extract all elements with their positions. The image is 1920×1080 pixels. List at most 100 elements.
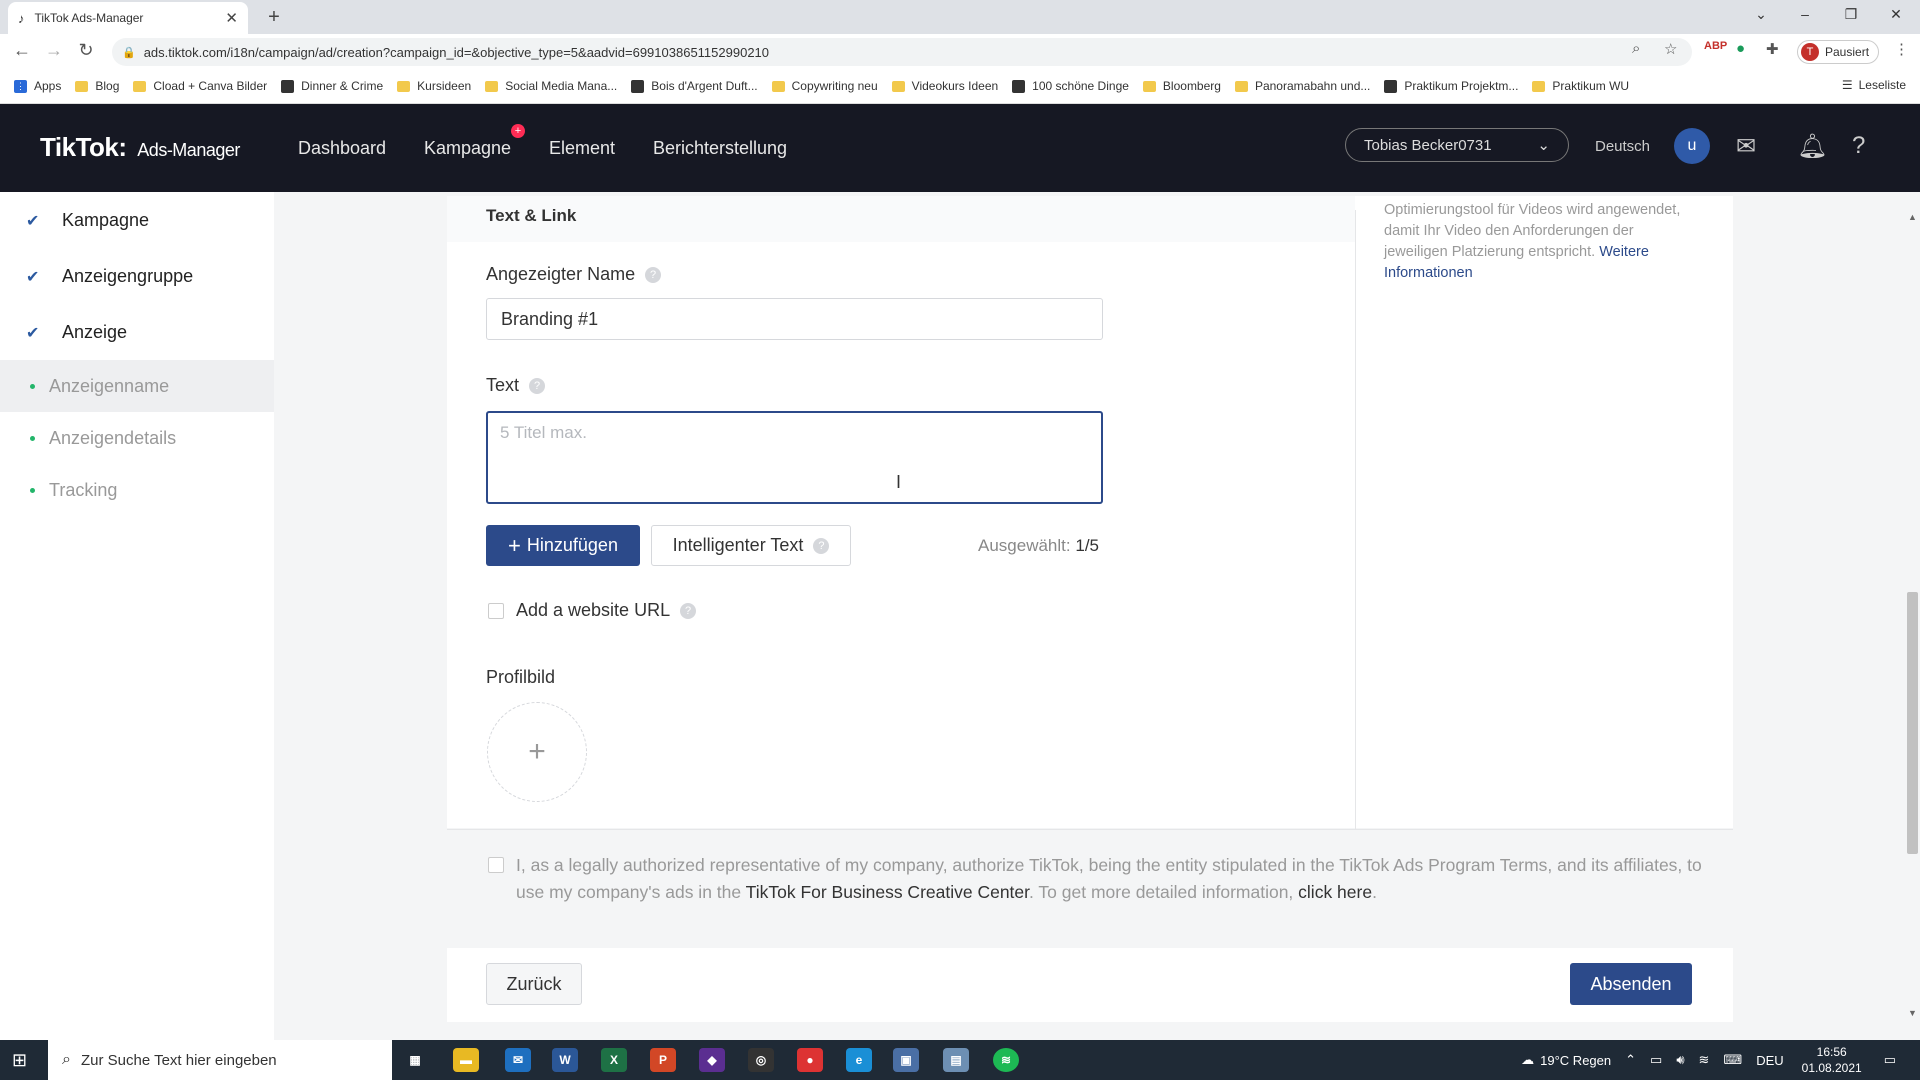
user-avatar[interactable]: u bbox=[1674, 128, 1710, 164]
substep-anzeigenname[interactable]: Anzeigenname bbox=[0, 360, 274, 412]
task-view-icon[interactable]: ▦ bbox=[402, 1048, 428, 1072]
bookmark-item[interactable]: Blog bbox=[75, 79, 119, 93]
network-icon[interactable]: ▭ bbox=[1650, 1052, 1662, 1068]
tiktok-logo[interactable]: TikTok: Ads-Manager bbox=[40, 132, 240, 163]
close-window-button[interactable]: ✕ bbox=[1884, 6, 1908, 23]
click-here-link[interactable]: click here bbox=[1298, 882, 1372, 902]
nav-kampagne[interactable]: Kampagne bbox=[424, 138, 511, 159]
obs-icon[interactable]: ◎ bbox=[748, 1048, 774, 1072]
display-name-input[interactable] bbox=[486, 298, 1103, 340]
nav-element[interactable]: Element bbox=[549, 138, 615, 159]
step-anzeigengruppe[interactable]: ✔ Anzeigengruppe bbox=[26, 266, 193, 287]
volume-icon[interactable]: 🔊︎ bbox=[1676, 1052, 1684, 1068]
adblock-icon[interactable]: ABP bbox=[1704, 40, 1727, 52]
bookmark-item[interactable]: ⋮ Apps bbox=[14, 79, 61, 93]
bookmark-item[interactable]: Social Media Mana... bbox=[485, 79, 617, 93]
profile-image-upload[interactable]: + bbox=[487, 702, 587, 802]
taskbar-search[interactable]: ⌕ Zur Suche Text hier eingeben bbox=[48, 1040, 392, 1080]
bookmark-item[interactable]: Praktikum WU bbox=[1532, 79, 1629, 93]
excel-icon[interactable]: X bbox=[601, 1048, 627, 1072]
restore-button[interactable]: ❐ bbox=[1839, 6, 1863, 23]
app-icon[interactable]: ▤ bbox=[943, 1048, 969, 1072]
nav-dashboard[interactable]: Dashboard bbox=[298, 138, 386, 159]
scroll-thumb[interactable] bbox=[1907, 592, 1918, 854]
help-icon[interactable]: ? bbox=[529, 377, 546, 394]
app-icon[interactable]: ▣ bbox=[893, 1048, 919, 1072]
bookmark-star-icon[interactable]: ☆ bbox=[1664, 40, 1677, 58]
weather-cloud-icon[interactable]: ☁ bbox=[1521, 1052, 1534, 1068]
site-favicon-icon bbox=[1012, 79, 1026, 93]
keyboard-icon[interactable]: ⌨ bbox=[1723, 1052, 1742, 1068]
substep-tracking[interactable]: Tracking bbox=[0, 464, 274, 516]
file-explorer-icon[interactable]: ▬ bbox=[453, 1048, 479, 1072]
chrome-icon[interactable]: ● bbox=[797, 1048, 823, 1072]
spotify-icon[interactable]: ≋ bbox=[993, 1048, 1019, 1072]
browser-tab[interactable]: ♪ TikTok Ads-Manager ✕ bbox=[8, 2, 248, 34]
bookmark-item[interactable]: Bloomberg bbox=[1142, 79, 1221, 93]
add-button-label: Hinzufügen bbox=[526, 535, 618, 555]
extensions-puzzle-icon[interactable]: ✚ bbox=[1766, 40, 1779, 58]
address-bar[interactable]: 🔒 ads.tiktok.com/i18n/campaign/ad/creati… bbox=[112, 38, 1692, 66]
forward-arrow-icon[interactable]: → bbox=[42, 40, 66, 61]
briefcase-icon[interactable]: ✉ bbox=[1736, 132, 1756, 161]
bookmark-item[interactable]: Dinner & Crime bbox=[281, 79, 383, 93]
bookmark-item[interactable]: Copywriting neu bbox=[771, 79, 878, 93]
nav-berichterstellung[interactable]: Berichterstellung bbox=[653, 138, 787, 159]
grammarly-icon[interactable]: ● bbox=[1736, 40, 1745, 57]
browser-menu-icon[interactable]: ⋮ bbox=[1894, 40, 1909, 58]
word-icon[interactable]: W bbox=[552, 1048, 578, 1072]
mail-icon[interactable]: ✉ bbox=[505, 1048, 531, 1072]
submit-button[interactable]: Absenden bbox=[1570, 963, 1692, 1005]
clock[interactable]: 16:56 01.08.2021 bbox=[1802, 1044, 1862, 1076]
account-selector[interactable]: Tobias Becker0731 ⌄ bbox=[1345, 128, 1569, 162]
app-icon[interactable]: ◆ bbox=[699, 1048, 725, 1072]
add-text-button[interactable]: + Hinzufügen bbox=[486, 525, 640, 566]
weather-text[interactable]: 19°C Regen bbox=[1540, 1053, 1611, 1068]
edge-icon[interactable]: e bbox=[846, 1048, 872, 1072]
back-button[interactable]: Zurück bbox=[486, 963, 582, 1005]
minimize-button[interactable]: – bbox=[1793, 6, 1817, 22]
chevron-up-icon[interactable]: ⌃ bbox=[1625, 1052, 1636, 1068]
bookmark-item[interactable]: Kursideen bbox=[397, 79, 471, 93]
help-icon[interactable]: ? bbox=[680, 602, 697, 619]
substep-label: Tracking bbox=[49, 479, 118, 500]
website-url-label-text[interactable]: Add a website URL bbox=[516, 600, 670, 621]
bookmark-item[interactable]: Praktikum Projektm... bbox=[1384, 79, 1518, 93]
step-kampagne[interactable]: ✔ Kampagne bbox=[26, 210, 149, 231]
scroll-down-icon[interactable]: ▼ bbox=[1908, 1008, 1917, 1018]
reload-icon[interactable]: ↻ bbox=[74, 40, 98, 61]
back-arrow-icon[interactable]: ← bbox=[10, 40, 34, 61]
bookmark-item[interactable]: 100 schöne Dinge bbox=[1012, 79, 1129, 93]
bookmark-item[interactable]: Panoramabahn und... bbox=[1234, 79, 1370, 93]
help-icon[interactable]: ? bbox=[1852, 132, 1865, 160]
substep-anzeigendetails[interactable]: Anzeigendetails bbox=[0, 412, 274, 464]
windows-start-icon[interactable]: ⊞ bbox=[12, 1050, 27, 1071]
profile-button[interactable]: T Pausiert bbox=[1797, 40, 1879, 64]
zoom-icon[interactable]: ⌕ bbox=[1632, 40, 1640, 57]
new-tab-button[interactable]: + bbox=[262, 6, 286, 29]
website-url-checkbox[interactable] bbox=[488, 603, 504, 619]
folder-icon bbox=[1234, 80, 1248, 92]
creative-center-link[interactable]: TikTok For Business Creative Center bbox=[746, 882, 1029, 902]
page-scrollbar[interactable]: ▲ ▼ bbox=[1905, 210, 1920, 1020]
smart-text-button[interactable]: Intelligenter Text ? bbox=[651, 525, 851, 566]
scroll-up-icon[interactable]: ▲ bbox=[1908, 212, 1917, 222]
bell-icon[interactable]: 🔔︎ bbox=[1797, 132, 1827, 161]
powerpoint-icon[interactable]: P bbox=[650, 1048, 676, 1072]
bookmark-label: Videokurs Ideen bbox=[911, 79, 999, 93]
consent-checkbox[interactable] bbox=[488, 857, 504, 873]
help-icon[interactable]: ? bbox=[645, 266, 662, 283]
bookmark-item[interactable]: Cload + Canva Bilder bbox=[133, 79, 267, 93]
reading-list-button[interactable]: ☰ Leseliste bbox=[1842, 78, 1906, 92]
language-switch[interactable]: Deutsch bbox=[1595, 138, 1650, 155]
plus-icon: + bbox=[508, 532, 521, 558]
bookmark-item[interactable]: Bois d'Argent Duft... bbox=[631, 79, 758, 93]
close-tab-icon[interactable]: ✕ bbox=[225, 9, 238, 27]
wifi-icon[interactable]: ≋ bbox=[1699, 1052, 1710, 1068]
tab-search-icon[interactable]: ⌄ bbox=[1749, 6, 1773, 23]
bookmark-item[interactable]: Videokurs Ideen bbox=[891, 79, 999, 93]
step-anzeige[interactable]: ✔ Anzeige bbox=[26, 322, 127, 343]
notification-icon[interactable]: ▭ bbox=[1884, 1052, 1896, 1068]
input-language[interactable]: DEU bbox=[1756, 1053, 1783, 1068]
ad-text-input[interactable] bbox=[486, 411, 1103, 504]
